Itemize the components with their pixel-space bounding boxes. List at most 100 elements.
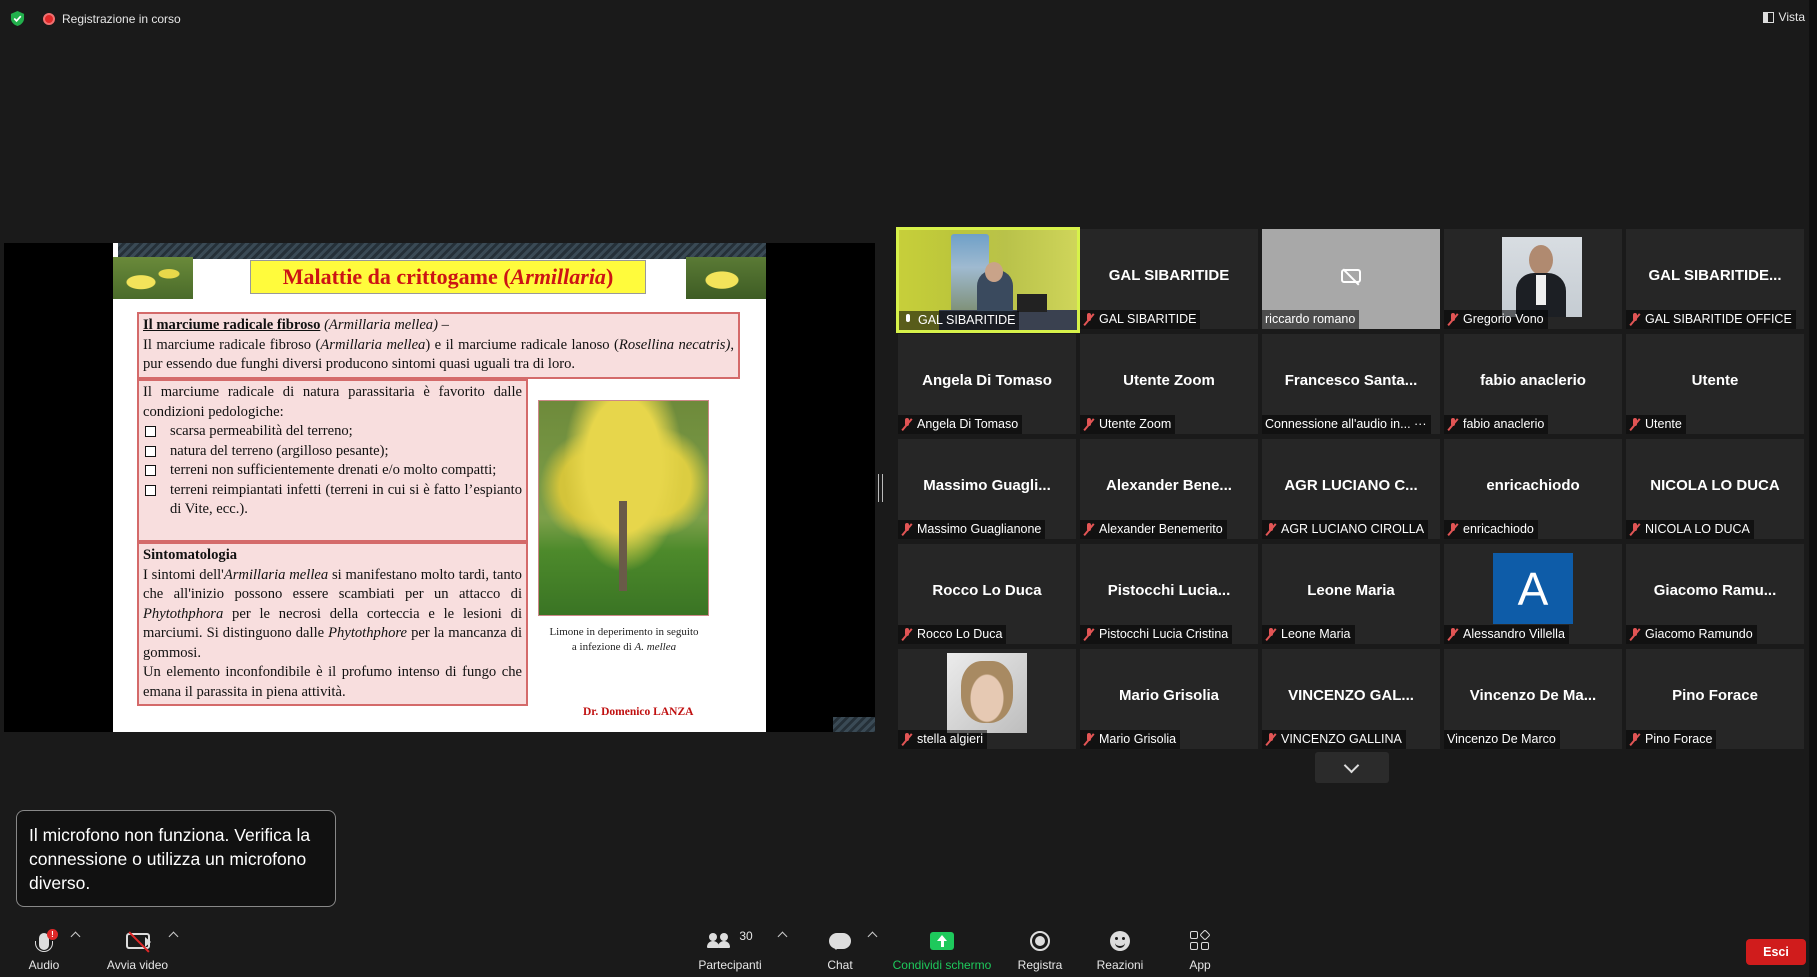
participants-label: Partecipanti [698,958,762,972]
participant-tile[interactable]: Massimo Guagli... Massimo Guaglianone [898,439,1076,539]
participant-tile[interactable]: Giacomo Ramu... Giacomo Ramundo [1626,544,1804,644]
participant-tile[interactable]: GAL SIBARITIDE [896,227,1080,333]
participant-tile[interactable]: GAL SIBARITIDE GAL SIBARITIDE [1080,229,1258,329]
participant-tile[interactable]: Alexander Bene... Alexander Benemerito [1080,439,1258,539]
participant-name: Alessandro Villella [1463,627,1565,641]
right-scrollbar[interactable] [1809,0,1817,977]
participant-display-name: Angela Di Tomaso [922,372,1052,389]
participants-count: 30 [739,929,753,943]
participant-name: Pino Forace [1645,732,1713,746]
participant-tile[interactable]: Leone Maria Leone Maria [1262,544,1440,644]
mic-muted-icon [1265,523,1277,536]
camera-off-icon [1341,269,1361,283]
audio-options-caret[interactable] [70,931,81,942]
participant-tile[interactable]: Francesco Santa... Connessione all'audio … [1262,334,1440,434]
participant-display-name: Mario Grisolia [1118,687,1220,704]
participant-display-name: NICOLA LO DUCA [1650,477,1780,494]
participant-tile[interactable]: NICOLA LO DUCA NICOLA LO DUCA [1626,439,1804,539]
participant-name: Vincenzo De Marco [1447,732,1556,746]
participant-tile[interactable]: GAL SIBARITIDE... GAL SIBARITIDE OFFICE [1626,229,1804,329]
participant-display-name: Utente Zoom [1123,372,1215,389]
bullet-item: scarsa permeabilità del terreno; [143,422,522,442]
mic-muted-icon [1083,418,1095,431]
mic-muted-icon [901,418,913,431]
participant-tile[interactable]: A Alessandro Villella [1444,544,1622,644]
participant-tile[interactable]: enricachiodo enricachiodo [1444,439,1622,539]
participant-name: Utente [1645,417,1682,431]
participant-name-label: Utente [1626,415,1686,434]
participant-tile[interactable]: Utente Zoom Utente Zoom [1080,334,1258,434]
participant-name-label: Gregorio Vono [1444,310,1548,329]
slide-author: Dr. Domenico LANZA [583,706,694,718]
chat-options-caret[interactable] [867,931,878,942]
mic-muted-icon [1629,523,1641,536]
view-button[interactable]: Vista [1762,10,1805,24]
participant-name-label: stella algieri [898,730,988,749]
apps-icon [1190,929,1211,951]
participant-name: Pistocchi Lucia Cristina [1099,627,1229,641]
participant-name: NICOLA LO DUCA [1645,522,1750,536]
participant-name-label: fabio anaclerio [1444,415,1549,434]
mic-muted-icon [1083,628,1095,641]
reactions-button[interactable]: Reazioni [1092,915,1148,972]
participant-tile[interactable]: Gregorio Vono [1444,229,1622,329]
participant-name: VINCENZO GALLINA [1281,732,1402,746]
chat-button[interactable]: Chat [820,915,860,972]
smiley-icon [1110,931,1130,951]
participant-name-label: Leone Maria [1262,625,1355,644]
mic-muted-icon [1447,628,1459,641]
leave-meeting-button[interactable]: Esci [1746,939,1806,965]
record-label: Registra [1017,958,1063,972]
shield-icon[interactable] [10,11,25,26]
participant-display-name: enricachiodo [1486,477,1580,494]
slide-box-conditions: Il marciume radicale di natura parassita… [137,379,528,542]
participant-tile[interactable]: fabio anaclerio fabio anaclerio [1444,334,1622,434]
participant-display-name: Massimo Guagli... [923,477,1051,494]
participant-tile[interactable]: Vincenzo De Ma... Vincenzo De Marco [1444,649,1622,749]
participant-tile[interactable]: Pistocchi Lucia... Pistocchi Lucia Cristi… [1080,544,1258,644]
participant-display-name: Giacomo Ramu... [1653,582,1777,599]
participant-tile[interactable]: Pino Forace Pino Forace [1626,649,1804,749]
participant-tile[interactable]: stella algieri [898,649,1076,749]
photo-caption: Limone in deperimento in seguito a infez… [549,626,699,653]
reactions-label: Reazioni [1096,958,1144,972]
participant-name-label: Vincenzo De Marco [1444,730,1560,749]
participant-name: GAL SIBARITIDE [1099,312,1197,326]
gallery-next-page-button[interactable] [1315,752,1389,783]
view-layout-icon [1762,11,1774,23]
participant-tile[interactable]: Angela Di Tomaso Angela Di Tomaso [898,334,1076,434]
apps-button[interactable]: App [1180,915,1220,972]
split-resize-handle[interactable] [878,474,883,502]
participants-button[interactable]: 30 Partecipanti [694,915,766,972]
participant-name-label: Pino Forace [1626,730,1717,749]
audio-label: Audio [28,958,60,972]
participant-tile[interactable]: riccardo romano [1262,229,1440,329]
record-button[interactable]: Registra [1014,915,1066,972]
apps-label: App [1189,958,1211,972]
participant-tile[interactable]: Rocco Lo Duca Rocco Lo Duca [898,544,1076,644]
participant-tile[interactable]: VINCENZO GAL... VINCENZO GALLINA [1262,649,1440,749]
participant-name: Utente Zoom [1099,417,1172,431]
recording-indicator[interactable]: Registrazione in corso [43,12,181,26]
participant-tile[interactable]: AGR LUCIANO C... AGR LUCIANO CIROLLA [1262,439,1440,539]
participant-name-label: Angela Di Tomaso [898,415,1023,434]
participant-name-label: GAL SIBARITIDE [899,311,1020,330]
participant-tile[interactable]: Utente Utente [1626,334,1804,434]
audio-button[interactable]: ! Audio [20,915,68,972]
start-video-button[interactable]: Avvia video [100,915,175,972]
slide-box-intro: Il marciume radicale fibroso (Armillaria… [137,312,740,379]
mic-muted-icon [1447,418,1459,431]
mic-muted-icon [901,733,913,746]
mic-muted-icon [901,523,913,536]
participant-photo [947,653,1027,733]
mic-muted-icon [1629,313,1641,326]
participant-name: enricachiodo [1463,522,1534,536]
participants-options-caret[interactable] [777,931,788,942]
participant-tile[interactable]: Mario Grisolia Mario Grisolia [1080,649,1258,749]
avatar: A [1493,553,1573,624]
record-dot-icon [43,13,55,25]
participant-name: Alexander Benemerito [1099,522,1223,536]
mic-muted-icon [1083,313,1095,326]
share-screen-button[interactable]: Condividi schermo [889,915,995,972]
participant-display-name: GAL SIBARITIDE... [1648,267,1782,284]
